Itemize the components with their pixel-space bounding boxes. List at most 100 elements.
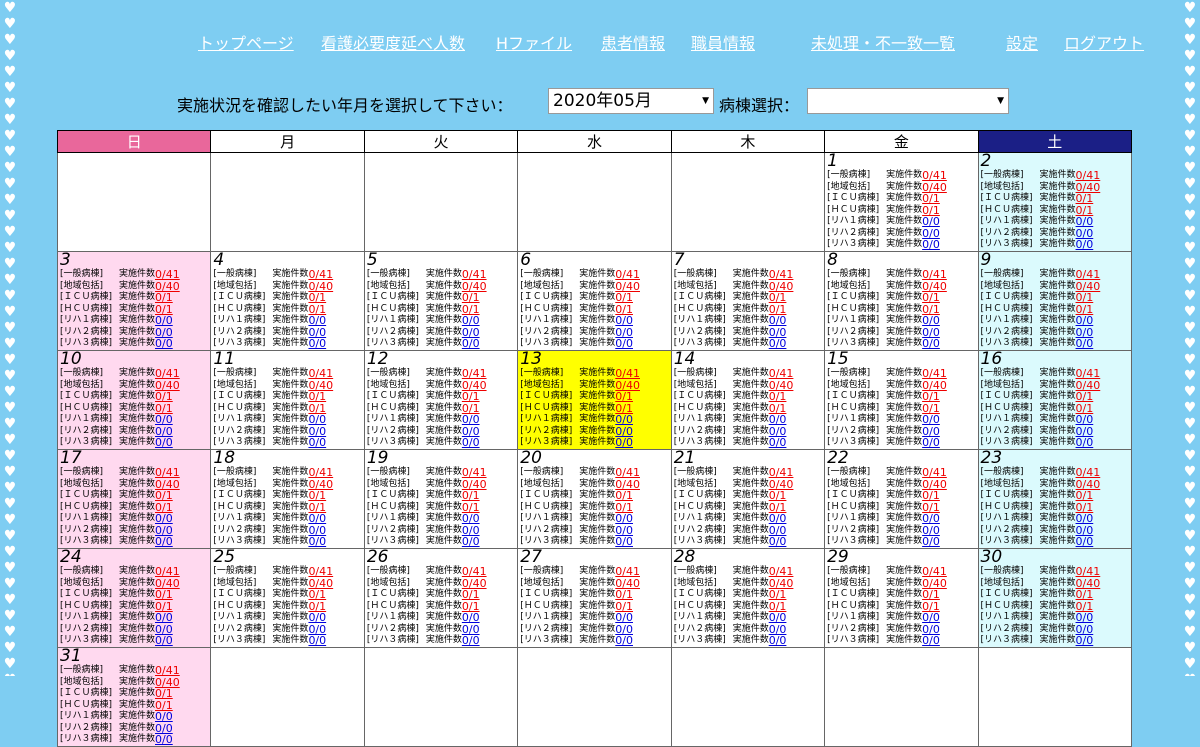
count-link[interactable]: 0/1 — [308, 589, 326, 601]
ward-select[interactable]: ▼ — [807, 88, 1009, 114]
nav-nursing-count[interactable]: 看護必要度延べ人数 — [321, 30, 465, 54]
count-link[interactable]: 0/41 — [155, 368, 180, 380]
count-link[interactable]: 0/41 — [922, 269, 947, 281]
count-link[interactable]: 0/41 — [615, 269, 640, 281]
count-link[interactable]: 0/0 — [1076, 536, 1094, 548]
count-link[interactable]: 0/1 — [615, 391, 633, 403]
count-link[interactable]: 0/0 — [308, 315, 326, 327]
count-link[interactable]: 0/1 — [462, 490, 480, 502]
count-link[interactable]: 0/0 — [155, 711, 173, 723]
count-link[interactable]: 0/0 — [462, 513, 480, 525]
count-link[interactable]: 0/41 — [155, 467, 180, 479]
count-link[interactable]: 0/0 — [308, 338, 326, 350]
count-link[interactable]: 0/0 — [155, 338, 173, 350]
count-link[interactable]: 0/0 — [922, 536, 940, 548]
count-link[interactable]: 0/41 — [308, 467, 333, 479]
count-link[interactable]: 0/0 — [308, 536, 326, 548]
count-link[interactable]: 0/41 — [155, 566, 180, 578]
count-link[interactable]: 0/1 — [922, 193, 940, 205]
count-link[interactable]: 0/1 — [155, 688, 173, 700]
count-link[interactable]: 0/0 — [615, 635, 633, 647]
count-link[interactable]: 0/0 — [1076, 216, 1094, 228]
count-link[interactable]: 0/1 — [769, 391, 787, 403]
nav-unprocessed-list[interactable]: 未処理・不一致一覧 — [811, 30, 955, 54]
count-link[interactable]: 0/1 — [1076, 193, 1094, 205]
count-link[interactable]: 0/41 — [922, 467, 947, 479]
count-link[interactable]: 0/41 — [769, 269, 794, 281]
count-link[interactable]: 0/41 — [615, 467, 640, 479]
count-link[interactable]: 0/0 — [155, 734, 173, 746]
count-link[interactable]: 0/0 — [769, 612, 787, 624]
count-link[interactable]: 0/41 — [1076, 467, 1101, 479]
count-link[interactable]: 0/0 — [922, 612, 940, 624]
count-link[interactable]: 0/0 — [769, 414, 787, 426]
count-link[interactable]: 0/0 — [155, 437, 173, 449]
count-link[interactable]: 0/1 — [615, 292, 633, 304]
count-link[interactable]: 0/41 — [922, 566, 947, 578]
count-link[interactable]: 0/1 — [308, 292, 326, 304]
count-link[interactable]: 0/41 — [462, 566, 487, 578]
count-link[interactable]: 0/1 — [769, 490, 787, 502]
count-link[interactable]: 0/41 — [462, 368, 487, 380]
count-link[interactable]: 0/1 — [462, 292, 480, 304]
count-link[interactable]: 0/1 — [615, 589, 633, 601]
count-link[interactable]: 0/0 — [1076, 414, 1094, 426]
count-link[interactable]: 0/1 — [922, 292, 940, 304]
count-link[interactable]: 0/1 — [615, 490, 633, 502]
count-link[interactable]: 0/1 — [462, 391, 480, 403]
nav-top-page[interactable]: トップページ — [198, 30, 294, 54]
count-link[interactable]: 0/0 — [922, 437, 940, 449]
count-link[interactable]: 0/0 — [462, 612, 480, 624]
count-link[interactable]: 0/0 — [922, 239, 940, 251]
count-link[interactable]: 0/1 — [308, 391, 326, 403]
count-link[interactable]: 0/41 — [1076, 269, 1101, 281]
nav-patient-info[interactable]: 患者情報 — [601, 30, 665, 54]
count-link[interactable]: 0/41 — [1076, 368, 1101, 380]
count-link[interactable]: 0/0 — [155, 635, 173, 647]
nav-h-file[interactable]: Hファイル — [496, 30, 572, 54]
count-link[interactable]: 0/0 — [1076, 338, 1094, 350]
count-link[interactable]: 0/0 — [922, 513, 940, 525]
month-select[interactable]: 2020年05月 ▼ — [548, 88, 714, 114]
count-link[interactable]: 0/41 — [308, 368, 333, 380]
count-link[interactable]: 0/0 — [769, 338, 787, 350]
count-link[interactable]: 0/0 — [462, 437, 480, 449]
count-link[interactable]: 0/0 — [308, 414, 326, 426]
count-link[interactable]: 0/0 — [1076, 612, 1094, 624]
count-link[interactable]: 0/0 — [769, 513, 787, 525]
count-link[interactable]: 0/0 — [155, 315, 173, 327]
count-link[interactable]: 0/0 — [615, 612, 633, 624]
count-link[interactable]: 0/41 — [922, 368, 947, 380]
count-link[interactable]: 0/1 — [1076, 490, 1094, 502]
count-link[interactable]: 0/0 — [462, 414, 480, 426]
count-link[interactable]: 0/41 — [922, 170, 947, 182]
count-link[interactable]: 0/0 — [769, 315, 787, 327]
count-link[interactable]: 0/0 — [308, 437, 326, 449]
count-link[interactable]: 0/0 — [1076, 513, 1094, 525]
count-link[interactable]: 0/41 — [1076, 170, 1101, 182]
count-link[interactable]: 0/1 — [1076, 292, 1094, 304]
count-link[interactable]: 0/1 — [155, 589, 173, 601]
count-link[interactable]: 0/1 — [769, 292, 787, 304]
count-link[interactable]: 0/1 — [1076, 589, 1094, 601]
count-link[interactable]: 0/0 — [615, 536, 633, 548]
count-link[interactable]: 0/40 — [155, 676, 180, 689]
count-link[interactable]: 0/41 — [769, 467, 794, 479]
count-link[interactable]: 0/0 — [615, 414, 633, 426]
count-link[interactable]: 0/0 — [308, 635, 326, 647]
count-link[interactable]: 0/0 — [462, 635, 480, 647]
count-link[interactable]: 0/0 — [308, 612, 326, 624]
count-link[interactable]: 0/0 — [615, 338, 633, 350]
count-link[interactable]: 0/0 — [1076, 635, 1094, 647]
count-link[interactable]: 0/41 — [308, 269, 333, 281]
count-link[interactable]: 0/0 — [462, 338, 480, 350]
count-link[interactable]: 0/0 — [922, 338, 940, 350]
count-link[interactable]: 0/0 — [769, 536, 787, 548]
count-link[interactable]: 0/0 — [615, 513, 633, 525]
count-link[interactable]: 0/0 — [922, 216, 940, 228]
count-link[interactable]: 0/1 — [922, 391, 940, 403]
count-link[interactable]: 0/41 — [155, 269, 180, 281]
count-link[interactable]: 0/1 — [462, 589, 480, 601]
count-link[interactable]: 0/0 — [1076, 239, 1094, 251]
count-link[interactable]: 0/0 — [615, 437, 633, 449]
